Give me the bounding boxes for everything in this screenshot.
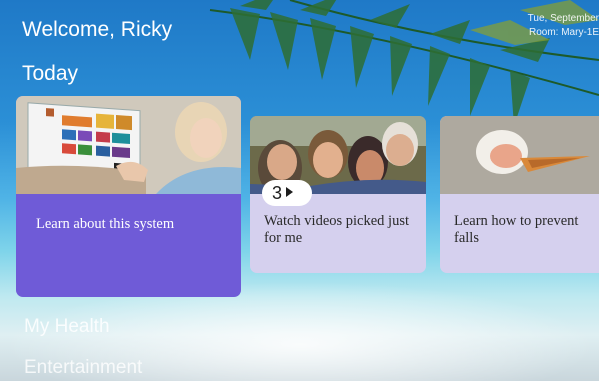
my-health-heading[interactable]: My Health bbox=[24, 316, 110, 338]
learn-system-card[interactable]: Learn about this system bbox=[16, 96, 241, 297]
fallen-ice-cream-photo bbox=[440, 116, 599, 194]
play-icon bbox=[286, 187, 294, 197]
entertainment-heading[interactable]: Entertainment bbox=[24, 357, 142, 379]
video-count-badge: 3 bbox=[262, 180, 312, 206]
watch-videos-card[interactable]: 3 Watch videos picked just for me bbox=[250, 116, 426, 273]
date-time-info: Tue, September Room: Mary-1E bbox=[528, 12, 599, 40]
prevent-falls-card[interactable]: Learn how to prevent falls bbox=[440, 116, 599, 273]
room-text: Room: Mary-1E bbox=[528, 27, 599, 38]
card-label: Watch videos picked just for me bbox=[264, 213, 410, 246]
card-label: Learn how to prevent falls bbox=[454, 213, 579, 246]
system-tablet-photo bbox=[16, 96, 241, 194]
video-count: 3 bbox=[272, 183, 283, 203]
card-label: Learn about this system bbox=[36, 216, 175, 232]
today-heading: Today bbox=[22, 62, 79, 85]
date-text: Tue, September bbox=[527, 13, 599, 24]
welcome-heading: Welcome, Ricky bbox=[22, 18, 173, 41]
home-screen: Welcome, Ricky Tue, September Room: Mary… bbox=[0, 0, 599, 381]
